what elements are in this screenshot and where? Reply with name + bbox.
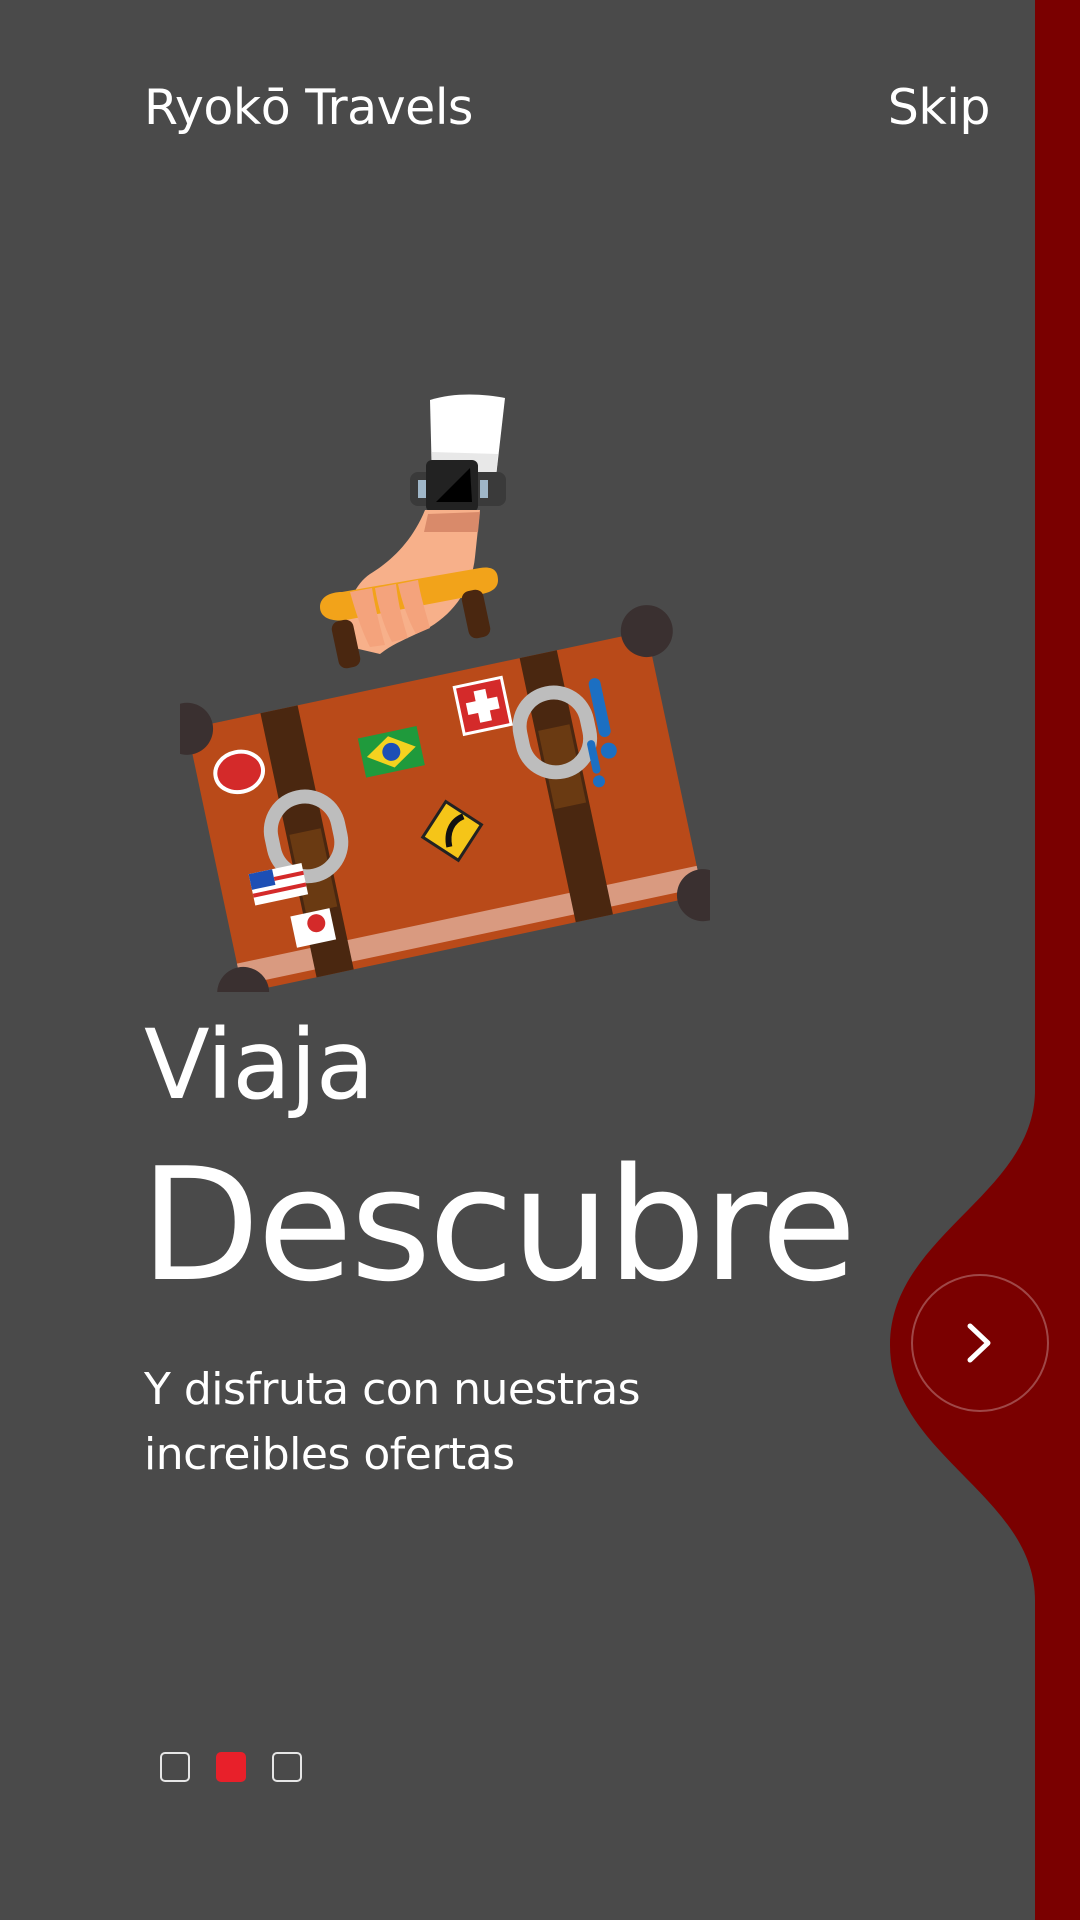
next-button[interactable] [911,1274,1049,1412]
chevron-right-icon [967,1323,991,1363]
skip-button[interactable]: Skip [888,78,991,138]
brand-title: Ryokō Travels [144,79,473,136]
page-dot-3[interactable] [272,1752,302,1782]
headline-small: Viaja [144,1009,375,1121]
page-dot-1[interactable] [160,1752,190,1782]
onboarding-screen: Ryokō Travels Skip Viaja Descubre Y disf… [0,0,1080,1920]
suitcase-illustration [180,394,710,992]
headline-big: Descubre [140,1134,857,1316]
page-indicator [160,1752,302,1782]
subtitle-text: Y disfruta con nuestras increibles ofert… [144,1364,641,1480]
page-dot-2-active[interactable] [216,1752,246,1782]
